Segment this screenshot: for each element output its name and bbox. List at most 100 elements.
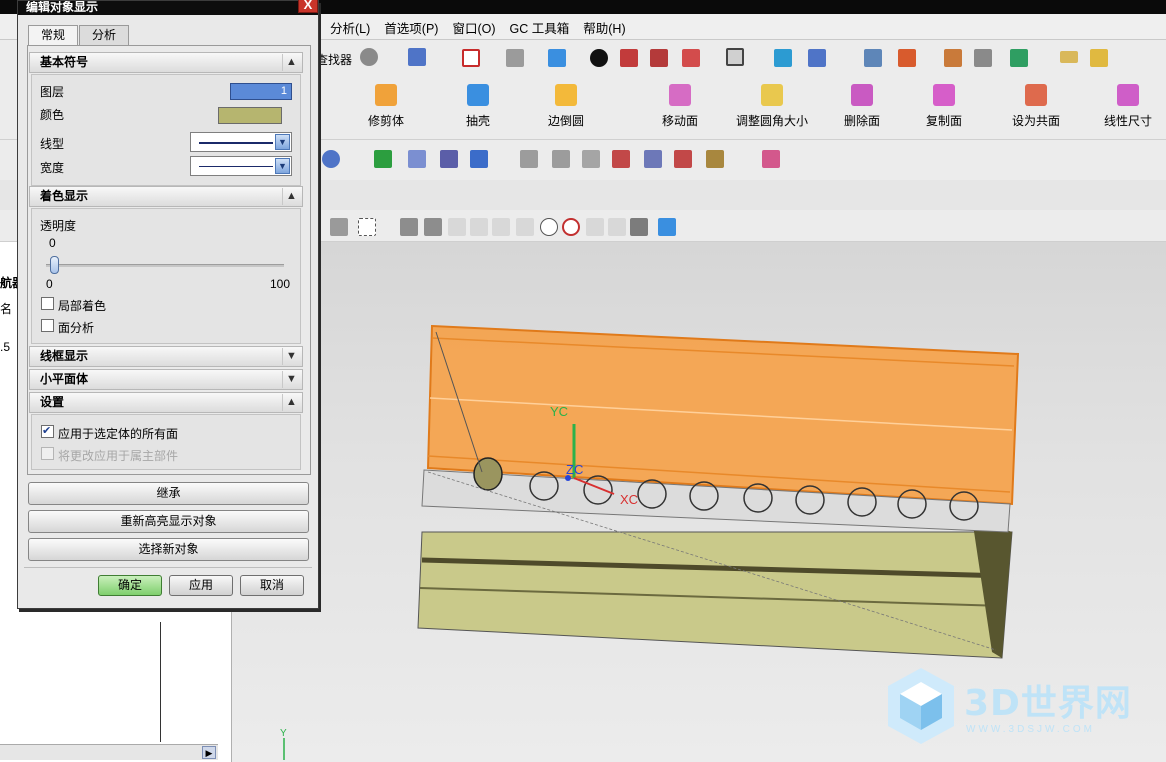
collapse-up-icon[interactable]: ▲ xyxy=(282,54,300,71)
color-swatch[interactable] xyxy=(218,107,282,124)
menu-window[interactable]: 窗口(O) xyxy=(452,18,495,37)
table-icon[interactable] xyxy=(440,150,458,168)
cube-logo-icon xyxy=(888,668,954,744)
width-label: 宽度 xyxy=(40,161,65,175)
shaded-cube-icon[interactable] xyxy=(548,49,566,67)
expand-down-icon[interactable]: ▼ xyxy=(282,371,300,388)
section-wireframe-header[interactable]: 线框显示 ▼ xyxy=(29,346,303,367)
check-icon[interactable] xyxy=(374,150,392,168)
general-tab-panel: 基本符号 ▲ 图层 1 颜色 线型 ▼ 宽度 ▼ 着色显示 ▲ 透明度 0 0 … xyxy=(27,45,311,475)
chevron-down-icon[interactable]: ▼ xyxy=(275,158,290,174)
measure-icon[interactable] xyxy=(1060,51,1078,63)
snap-arc-icon[interactable] xyxy=(492,218,510,236)
scroll-right-icon[interactable]: ▶ xyxy=(202,746,216,759)
render-style-icon[interactable] xyxy=(590,49,608,67)
color-label: 颜色 xyxy=(40,108,65,122)
select-filter-icon[interactable] xyxy=(408,48,426,66)
tree-icon[interactable] xyxy=(408,150,426,168)
view-orient-icon[interactable] xyxy=(506,49,524,67)
section-settings-header[interactable]: 设置 ▲ xyxy=(29,392,303,413)
g0-icon[interactable] xyxy=(520,150,538,168)
g1-icon[interactable] xyxy=(552,150,570,168)
paint-icon[interactable] xyxy=(944,49,962,67)
menu-gc-toolkit[interactable]: GC 工具箱 xyxy=(510,18,570,37)
section-shaded-header[interactable]: 着色显示 ▲ xyxy=(29,186,303,207)
snap-line-icon[interactable] xyxy=(448,218,466,236)
apply-button[interactable]: 应用 xyxy=(169,575,233,596)
watermark-brand: 3D世界网 xyxy=(964,683,1132,724)
width-select[interactable]: ▼ xyxy=(190,156,292,176)
ok-button[interactable]: 确定 xyxy=(98,575,162,596)
move-wcs-icon[interactable] xyxy=(808,49,826,67)
g-s-icon[interactable] xyxy=(582,150,600,168)
collapse-up-icon[interactable]: ▲ xyxy=(282,394,300,411)
orient-icon[interactable] xyxy=(322,150,340,168)
layer-icon[interactable] xyxy=(864,49,882,67)
background-color-icon[interactable] xyxy=(726,48,744,66)
finder-label[interactable]: 查找器 xyxy=(316,51,352,68)
collapse-up-icon[interactable]: ▲ xyxy=(282,188,300,205)
transparency-slider-thumb[interactable] xyxy=(50,256,59,274)
face-analysis-checkbox[interactable] xyxy=(41,319,54,332)
snap-endpoint-icon[interactable] xyxy=(400,218,418,236)
section-cube-icon[interactable] xyxy=(650,49,668,67)
snap-quadrant-icon[interactable] xyxy=(516,218,534,236)
g-h-icon[interactable] xyxy=(644,150,662,168)
curve-analysis-icon[interactable] xyxy=(706,150,724,168)
partial-shading-checkbox[interactable] xyxy=(41,297,54,310)
resize-blend-button[interactable]: 调整圆角大小 xyxy=(736,84,808,129)
clip-view-icon[interactable] xyxy=(682,49,700,67)
snap-body-icon[interactable] xyxy=(658,218,676,236)
menu-preferences[interactable]: 首选项(P) xyxy=(384,18,438,37)
sketch-icon[interactable] xyxy=(898,49,916,67)
rehighlight-button[interactable]: 重新高亮显示对象 xyxy=(28,510,309,533)
move-face-button[interactable]: 移动面 xyxy=(662,84,698,129)
select-new-object-button[interactable]: 选择新对象 xyxy=(28,538,309,561)
red-cube-icon[interactable] xyxy=(620,49,638,67)
apply-all-faces-checkbox[interactable] xyxy=(41,424,54,438)
fit-view-icon[interactable] xyxy=(462,49,480,67)
transparency-slider-track[interactable] xyxy=(46,264,284,267)
snap-bisect-icon[interactable] xyxy=(608,218,626,236)
menu-analysis[interactable]: 分析(L) xyxy=(330,18,370,37)
trim-body-button[interactable]: 修剪体 xyxy=(368,84,404,129)
camera-icon[interactable] xyxy=(360,48,378,66)
tab-analysis[interactable]: 分析 xyxy=(79,25,130,45)
face-analysis-label: 面分析 xyxy=(58,321,95,335)
navigator-scrollbar[interactable]: ▶ xyxy=(0,744,218,760)
ruler-icon[interactable] xyxy=(1090,49,1108,67)
select-icon[interactable] xyxy=(330,218,348,236)
layer-input[interactable]: 1 xyxy=(230,83,292,100)
cancel-button[interactable]: 取消 xyxy=(240,575,304,596)
resize-blend-icon xyxy=(761,84,783,106)
expand-down-icon[interactable]: ▼ xyxy=(282,348,300,365)
axis-icon[interactable] xyxy=(470,150,488,168)
linetype-select[interactable]: ▼ xyxy=(190,132,292,152)
box-select-icon[interactable] xyxy=(358,218,376,236)
menu-help[interactable]: 帮助(H) xyxy=(583,18,625,37)
face-analysis-icon[interactable] xyxy=(762,150,780,168)
edit-display-icon[interactable] xyxy=(974,49,992,67)
close-button[interactable]: X xyxy=(298,0,318,13)
snap-center-icon[interactable] xyxy=(540,218,558,236)
snap-face-icon[interactable] xyxy=(630,218,648,236)
chevron-down-icon[interactable]: ▼ xyxy=(275,134,290,150)
tab-general[interactable]: 常规 xyxy=(28,25,79,46)
move-object-icon[interactable] xyxy=(1010,49,1028,67)
snap-plus-icon[interactable] xyxy=(586,218,604,236)
edge-blend-button[interactable]: 边倒圆 xyxy=(548,84,584,129)
make-coplanar-button[interactable]: 设为共面 xyxy=(1012,84,1060,129)
o-s-icon[interactable] xyxy=(612,150,630,168)
snap-tangent-icon[interactable] xyxy=(562,218,580,236)
o-h-icon[interactable] xyxy=(674,150,692,168)
section-basic-header[interactable]: 基本符号 ▲ xyxy=(29,52,303,73)
linear-dimension-button[interactable]: 线性尺寸 xyxy=(1104,84,1152,129)
snap-point-icon[interactable] xyxy=(470,218,488,236)
copy-face-button[interactable]: 复制面 xyxy=(926,84,962,129)
snap-midpoint-icon[interactable] xyxy=(424,218,442,236)
wcs-icon[interactable] xyxy=(774,49,792,67)
shell-button[interactable]: 抽壳 xyxy=(466,84,490,129)
inherit-button[interactable]: 继承 xyxy=(28,482,309,505)
delete-face-button[interactable]: 删除面 xyxy=(844,84,880,129)
section-facet-header[interactable]: 小平面体 ▼ xyxy=(29,369,303,390)
